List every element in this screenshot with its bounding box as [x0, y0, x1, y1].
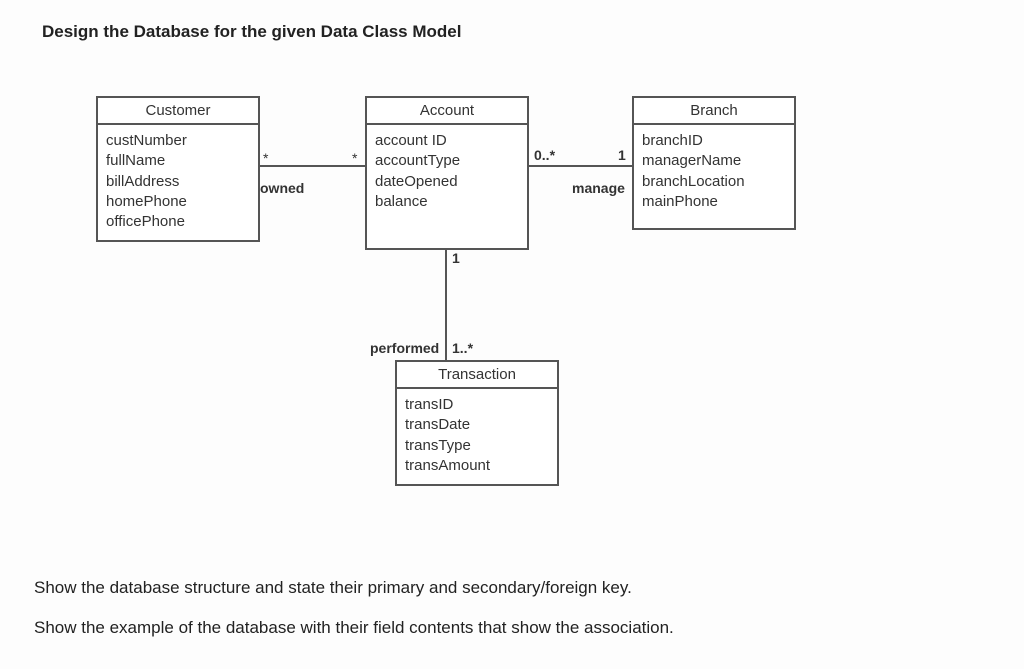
attr: transType: [405, 436, 549, 456]
attr: branchID: [642, 131, 786, 151]
class-transaction-title: Transaction: [397, 362, 557, 389]
class-branch: Branch branchID managerName branchLocati…: [632, 96, 796, 230]
attr: homePhone: [106, 192, 250, 212]
class-transaction-attrs: transID transDate transType transAmount: [397, 389, 557, 484]
attr: mainPhone: [642, 192, 786, 212]
class-account-title: Account: [367, 98, 527, 125]
attr: dateOpened: [375, 172, 519, 192]
page-title: Design the Database for the given Data C…: [42, 22, 461, 42]
instruction-line-1: Show the database structure and state th…: [34, 578, 632, 598]
assoc-label-performed: performed: [370, 340, 439, 356]
attr: accountType: [375, 151, 519, 171]
mult-account-bottom: 1: [452, 250, 460, 266]
class-account: Account account ID accountType dateOpene…: [365, 96, 529, 250]
assoc-customer-account: [258, 165, 365, 167]
attr: balance: [375, 192, 519, 212]
attr: custNumber: [106, 131, 250, 151]
mult-account-side-left: *: [352, 150, 357, 166]
class-branch-attrs: branchID managerName branchLocation main…: [634, 125, 794, 220]
assoc-account-transaction: [445, 248, 447, 360]
mult-transaction-top: 1..*: [452, 340, 473, 356]
mult-customer-side: *: [263, 150, 268, 166]
class-account-attrs: account ID accountType dateOpened balanc…: [367, 125, 527, 220]
class-customer-attrs: custNumber fullName billAddress homePhon…: [98, 125, 258, 240]
attr: transDate: [405, 415, 549, 435]
mult-account-side-right: 0..*: [534, 147, 555, 163]
attr: fullName: [106, 151, 250, 171]
class-customer-title: Customer: [98, 98, 258, 125]
class-branch-title: Branch: [634, 98, 794, 125]
attr: officePhone: [106, 212, 250, 232]
assoc-label-owned: owned: [260, 180, 304, 196]
attr: managerName: [642, 151, 786, 171]
class-customer: Customer custNumber fullName billAddress…: [96, 96, 260, 242]
attr: branchLocation: [642, 172, 786, 192]
assoc-label-manage: manage: [572, 180, 625, 196]
mult-branch-side: 1: [618, 147, 626, 163]
assoc-account-branch: [527, 165, 632, 167]
attr: transID: [405, 395, 549, 415]
attr: transAmount: [405, 456, 549, 476]
attr: account ID: [375, 131, 519, 151]
class-transaction: Transaction transID transDate transType …: [395, 360, 559, 486]
attr: billAddress: [106, 172, 250, 192]
instruction-line-2: Show the example of the database with th…: [34, 618, 674, 638]
